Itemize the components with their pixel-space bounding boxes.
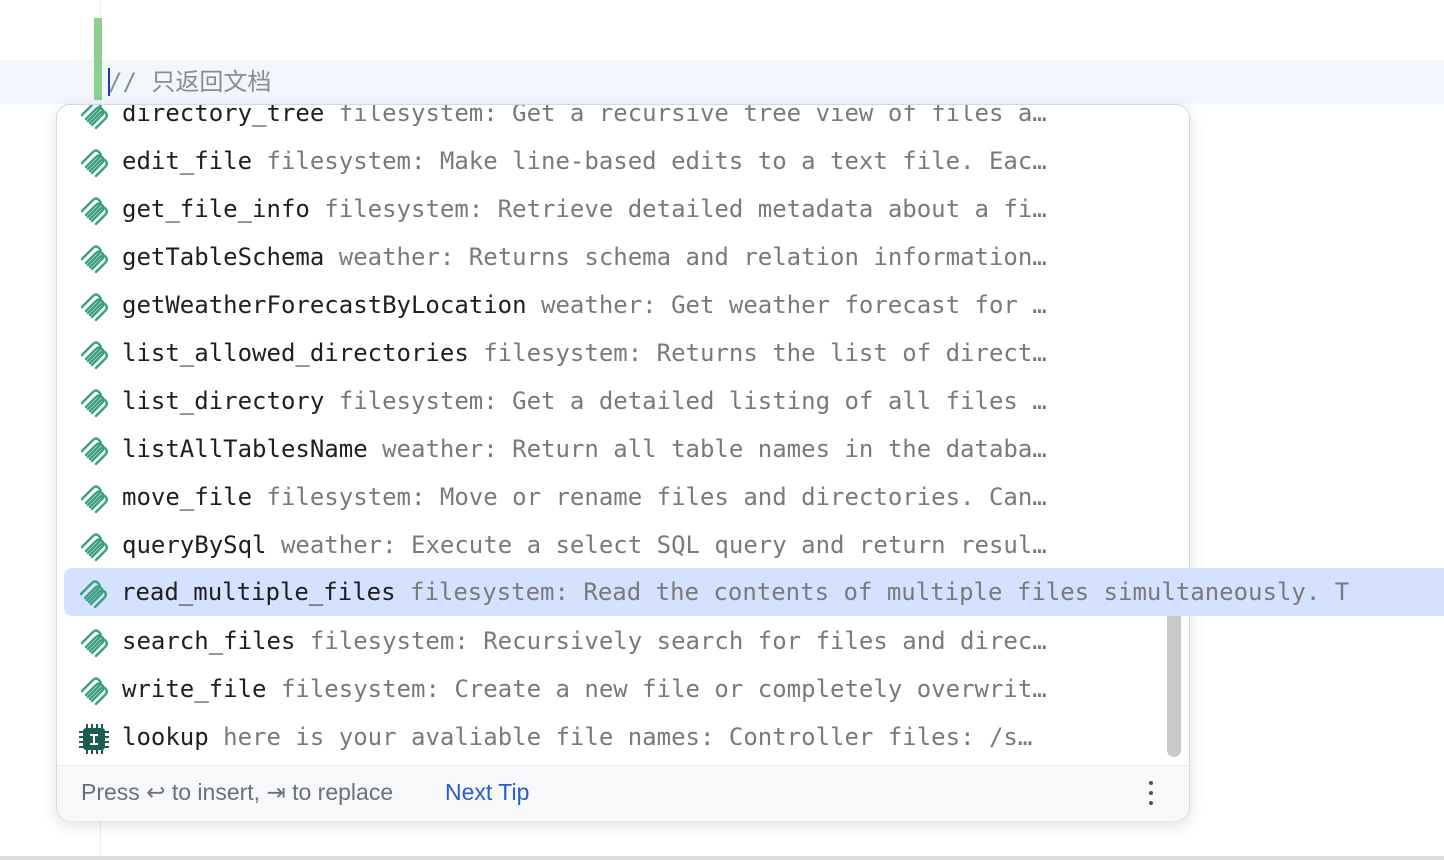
- completion-item[interactable]: list_directory filesystem: Get a detaile…: [57, 377, 1189, 425]
- completion-item[interactable]: lookup here is your avaliable file names…: [57, 713, 1189, 761]
- completion-item[interactable]: getWeatherForecastByLocation weather: Ge…: [57, 281, 1189, 329]
- completion-item-text: getTableSchema weather: Returns schema a…: [122, 233, 1125, 281]
- completion-item[interactable]: list_allowed_directories filesystem: Ret…: [57, 329, 1189, 377]
- completion-item-name: lookup: [122, 723, 209, 751]
- completion-item-name: list_directory: [122, 387, 325, 415]
- completion-item[interactable]: move_file filesystem: Move or rename fil…: [57, 473, 1189, 521]
- completion-item[interactable]: search_files filesystem: Recursively sea…: [57, 617, 1189, 665]
- completion-item[interactable]: get_file_info filesystem: Retrieve detai…: [57, 185, 1189, 233]
- completion-item-description: weather: Get weather forecast for …: [526, 291, 1047, 319]
- completion-item-description: weather: Returns schema and relation inf…: [324, 243, 1047, 271]
- completion-item-description: filesystem: Move or rename files and dir…: [252, 483, 1047, 511]
- completion-footer: Press ↩ to insert, ⇥ to replace Next Tip: [57, 765, 1189, 821]
- tool-icon: [79, 242, 109, 274]
- tool-icon: [79, 386, 109, 418]
- completion-item-text: queryBySql weather: Execute a select SQL…: [122, 521, 1125, 569]
- completion-item-description: filesystem: Create a new file or complet…: [266, 675, 1047, 703]
- completion-item[interactable]: getTableSchema weather: Returns schema a…: [57, 233, 1189, 281]
- completion-item-name: list_allowed_directories: [122, 339, 469, 367]
- completion-item-text: read_multiple_files filesystem: Read the…: [121, 568, 1349, 616]
- completion-item-name: getTableSchema: [122, 243, 325, 271]
- chip-icon: [79, 722, 109, 754]
- completion-item-text: search_files filesystem: Recursively sea…: [122, 617, 1125, 665]
- completion-item[interactable]: write_file filesystem: Create a new file…: [57, 665, 1189, 713]
- completion-list-viewport: directory_tree filesystem: Get a recursi…: [57, 105, 1189, 765]
- tool-icon: [79, 530, 109, 562]
- completion-item-name: search_files: [122, 627, 296, 655]
- tool-icon: [78, 577, 108, 609]
- tool-icon: [79, 434, 109, 466]
- completion-item-description: filesystem: Returns the list of direct…: [468, 339, 1047, 367]
- completion-item-text: listAllTablesName weather: Return all ta…: [122, 425, 1125, 473]
- completion-item[interactable]: listAllTablesName weather: Return all ta…: [57, 425, 1189, 473]
- completion-item-name: listAllTablesName: [122, 435, 368, 463]
- completion-item[interactable]: directory_tree filesystem: Get a recursi…: [57, 105, 1189, 137]
- completion-item-description: filesystem: Get a recursive tree view of…: [324, 105, 1047, 127]
- editor-bottom-border: [0, 856, 1444, 860]
- tool-icon: [79, 290, 109, 322]
- completion-item[interactable]: edit_file filesystem: Make line-based ed…: [57, 137, 1189, 185]
- tool-icon: [79, 146, 109, 178]
- completion-item-description: here is your avaliable file names: Contr…: [208, 723, 1033, 751]
- completion-item-text: directory_tree filesystem: Get a recursi…: [122, 105, 1125, 137]
- code-comment-line[interactable]: // 只返回文档: [108, 62, 271, 102]
- completion-item-description: weather: Execute a select SQL query and …: [266, 531, 1047, 559]
- more-options-icon[interactable]: [1139, 776, 1163, 810]
- completion-item-description: filesystem: Retrieve detailed metadata a…: [309, 195, 1047, 223]
- completion-item-name: edit_file: [122, 147, 253, 175]
- tool-icon: [79, 338, 109, 370]
- completion-item-text: list_allowed_directories filesystem: Ret…: [122, 329, 1125, 377]
- completion-item-description: filesystem: Make line-based edits to a t…: [252, 147, 1047, 175]
- completion-item-name: get_file_info: [122, 195, 310, 223]
- completion-item[interactable]: queryBySql weather: Execute a select SQL…: [57, 521, 1189, 569]
- text-caret: [108, 68, 110, 96]
- tool-icon: [79, 194, 109, 226]
- tool-icon: [79, 482, 109, 514]
- tool-icon: [79, 674, 109, 706]
- completion-item-text: edit_file filesystem: Make line-based ed…: [122, 137, 1125, 185]
- completion-item-description: weather: Return all table names in the d…: [367, 435, 1047, 463]
- completion-item-selected[interactable]: read_multiple_files filesystem: Read the…: [64, 568, 1444, 616]
- completion-list: directory_tree filesystem: Get a recursi…: [57, 105, 1189, 761]
- insert-replace-hint: Press ↩ to insert, ⇥ to replace: [81, 779, 394, 805]
- completion-item-description: filesystem: Recursively search for files…: [295, 627, 1047, 655]
- completion-item-name: read_multiple_files: [121, 578, 396, 606]
- next-tip-link[interactable]: Next Tip: [445, 779, 529, 806]
- completion-scrollbar[interactable]: [1167, 605, 1181, 757]
- completion-item-name: write_file: [122, 675, 267, 703]
- completion-item-description: filesystem: Read the contents of multipl…: [395, 578, 1350, 606]
- completion-item-name: queryBySql: [122, 531, 267, 559]
- completion-popup: directory_tree filesystem: Get a recursi…: [56, 104, 1190, 821]
- completion-item-text: lookup here is your avaliable file names…: [122, 713, 1125, 761]
- completion-item-text: getWeatherForecastByLocation weather: Ge…: [122, 281, 1125, 329]
- tool-icon: [79, 105, 109, 130]
- completion-item-description: filesystem: Get a detailed listing of al…: [324, 387, 1047, 415]
- completion-item-name: getWeatherForecastByLocation: [122, 291, 527, 319]
- completion-item-name: move_file: [122, 483, 253, 511]
- completion-item-text: write_file filesystem: Create a new file…: [122, 665, 1125, 713]
- completion-item-name: directory_tree: [122, 105, 325, 127]
- vcs-change-marker[interactable]: [94, 18, 102, 100]
- completion-item-text: move_file filesystem: Move or rename fil…: [122, 473, 1125, 521]
- tool-icon: [79, 626, 109, 658]
- completion-item-text: list_directory filesystem: Get a detaile…: [122, 377, 1125, 425]
- completion-item-text: get_file_info filesystem: Retrieve detai…: [122, 185, 1125, 233]
